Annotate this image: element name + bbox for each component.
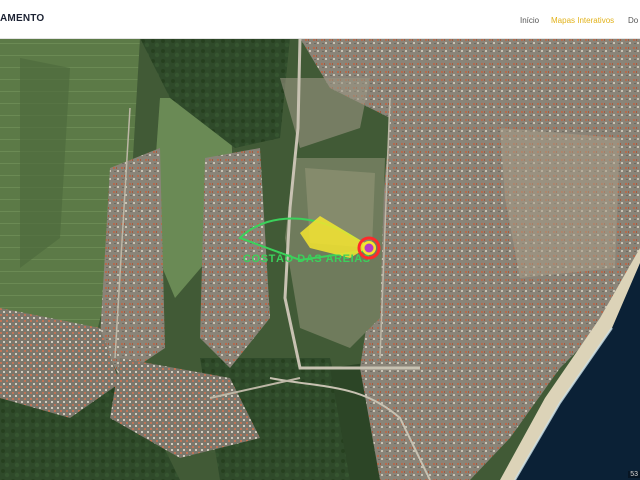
top-navigation-bar: AMENTO Início Mapas Interativos Do <box>0 0 640 39</box>
development-lots <box>500 128 620 278</box>
development-name-label: COSTÃO DAS AREIAS <box>243 252 371 265</box>
nav-link-inicio[interactable]: Início <box>520 16 539 25</box>
urban-area-west <box>100 148 165 378</box>
nav-link-mapas-interativos[interactable]: Mapas Interativos <box>551 16 614 25</box>
nav-link-downloads[interactable]: Do <box>628 16 638 25</box>
brand-logo-text[interactable]: AMENTO <box>0 13 44 24</box>
satellite-map-canvas[interactable]: COSTÃO DAS AREIAS <box>0 38 640 480</box>
location-pin-icon[interactable] <box>357 236 381 260</box>
map-coordinate-readout: 53 <box>628 471 640 478</box>
satellite-map[interactable]: COSTÃO DAS AREIAS 53 <box>0 38 640 480</box>
